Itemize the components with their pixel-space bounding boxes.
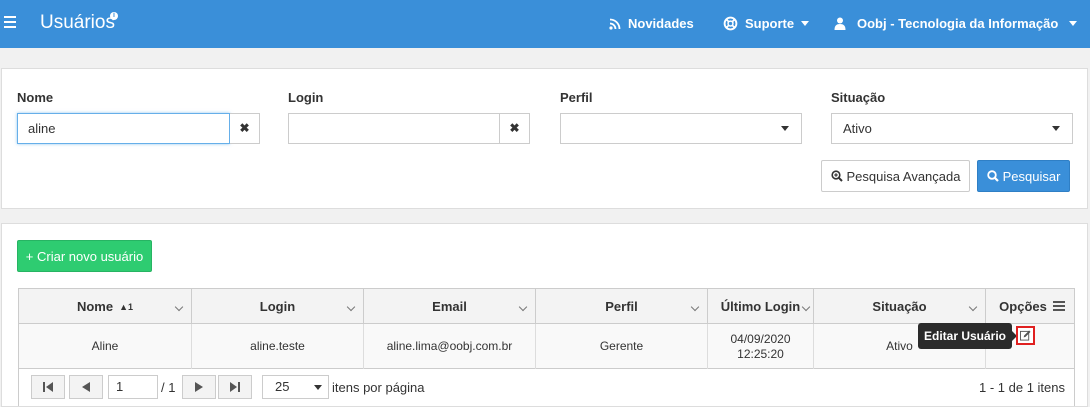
column-label: Último Login [720, 299, 801, 314]
top-navbar: Usuários i Novidades Suporte Oobj - Tecn… [0, 0, 1090, 48]
nome-input[interactable]: aline [17, 113, 230, 144]
chevron-down-icon[interactable] [690, 302, 700, 312]
login-label: Login [288, 90, 324, 105]
column-label: Situação [872, 299, 927, 314]
column-header-ultimo-login[interactable]: Último Login [708, 289, 814, 324]
next-page-icon [195, 382, 203, 392]
users-grid: Nome ▲1 Login Email Perfil Último Login [18, 288, 1075, 406]
prev-page-button[interactable] [69, 375, 103, 399]
lifebuoy-icon [723, 16, 738, 31]
nav-novidades-label: Novidades [628, 16, 694, 31]
prev-page-icon [82, 382, 90, 392]
search-icon [986, 170, 999, 182]
advanced-search-label: Pesquisa Avançada [846, 168, 961, 184]
filter-panel: Nome aline ✖ Login ✖ Perfil Situação Ati… [1, 68, 1088, 209]
cell-ultimo-login: 04/09/2020 12:25:20 [708, 324, 814, 369]
perfil-label: Perfil [560, 90, 593, 105]
cell-perfil: Gerente [536, 324, 708, 369]
first-page-button[interactable] [31, 375, 65, 399]
perfil-select[interactable] [560, 113, 802, 144]
chevron-down-icon[interactable] [801, 302, 811, 312]
next-page-button[interactable] [182, 375, 216, 399]
login-input[interactable] [288, 113, 500, 144]
cell-email: aline.lima@oobj.com.br [364, 324, 536, 369]
column-header-opcoes: Opções [986, 289, 1074, 324]
grid-header: Nome ▲1 Login Email Perfil Último Login [19, 289, 1074, 324]
chevron-down-icon [314, 385, 322, 390]
create-user-button[interactable]: + Criar novo usuário [17, 240, 152, 272]
info-icon[interactable]: i [110, 12, 118, 20]
nome-field-group: aline ✖ [17, 113, 261, 144]
hamburger-icon[interactable] [4, 16, 16, 30]
search-label: Pesquisar [1002, 168, 1061, 184]
nav-user-menu[interactable]: Oobj - Tecnologia da Informação [834, 16, 1078, 31]
rss-icon [609, 18, 621, 30]
column-header-perfil[interactable]: Perfil [536, 289, 708, 324]
chevron-down-icon [1052, 126, 1060, 131]
table-row[interactable]: Aline aline.teste aline.lima@oobj.com.br… [19, 324, 1074, 369]
chevron-down-icon[interactable] [346, 302, 356, 312]
situacao-label: Situação [831, 90, 886, 105]
page-number-input[interactable]: 1 [108, 375, 158, 399]
cell-nome: Aline [19, 324, 192, 369]
page-size-select[interactable]: 25 [262, 375, 329, 399]
column-header-login[interactable]: Login [192, 289, 364, 324]
nav-user-label: Oobj - Tecnologia da Informação [857, 16, 1059, 31]
chevron-down-icon [781, 126, 789, 131]
edit-user-button[interactable] [1016, 326, 1035, 345]
ultimo-login-time: 12:25:20 [737, 346, 784, 361]
edit-icon [1020, 330, 1031, 341]
perfil-select-value [560, 113, 802, 144]
chevron-down-icon[interactable] [968, 302, 978, 312]
nav-novidades[interactable]: Novidades [609, 16, 694, 31]
nav-suporte[interactable]: Suporte [723, 16, 810, 31]
search-button[interactable]: Pesquisar [977, 160, 1070, 192]
login-field-group: ✖ [288, 113, 531, 144]
last-page-button[interactable] [218, 375, 252, 399]
column-label: Opções [999, 299, 1047, 314]
column-label: Login [259, 299, 296, 314]
last-page-icon [230, 382, 240, 392]
first-page-icon [43, 382, 53, 392]
results-panel: + Criar novo usuário Nome ▲1 Login Email… [1, 223, 1088, 407]
sort-ascending-icon: ▲1 [119, 301, 134, 312]
pagination-bar: 1 / 1 25 itens por página 1 - 1 de 1 ite… [19, 369, 1074, 406]
column-header-situacao[interactable]: Situação [814, 289, 986, 324]
cell-login: aline.teste [192, 324, 364, 369]
page-title: Usuários [40, 12, 115, 33]
edit-user-tooltip: Editar Usuário [918, 323, 1017, 349]
nome-label: Nome [17, 90, 54, 105]
nav-suporte-label: Suporte [745, 16, 795, 31]
column-menu-icon[interactable] [1053, 301, 1065, 311]
chevron-down-icon [1069, 21, 1078, 26]
user-icon [834, 17, 846, 30]
per-page-label: itens por página [332, 380, 425, 395]
column-header-email[interactable]: Email [364, 289, 536, 324]
chevron-down-icon[interactable] [174, 302, 184, 312]
column-label: Email [432, 299, 467, 314]
pagination-summary: 1 - 1 de 1 itens [979, 380, 1065, 395]
page-total-label: / 1 [161, 380, 176, 395]
situacao-select-value: Ativo [831, 113, 1073, 144]
page-size-value: 25 [275, 379, 290, 394]
ultimo-login-date: 04/09/2020 [730, 331, 791, 346]
advanced-search-button[interactable]: Pesquisa Avançada [821, 160, 970, 192]
column-label: Nome [76, 299, 114, 314]
chevron-down-icon[interactable] [518, 302, 528, 312]
zoom-in-icon [830, 170, 843, 182]
situacao-select[interactable]: Ativo [831, 113, 1073, 144]
column-header-nome[interactable]: Nome ▲1 [19, 289, 192, 324]
chevron-down-icon [801, 21, 810, 26]
column-label: Perfil [605, 299, 638, 314]
nome-clear-button[interactable]: ✖ [230, 113, 260, 144]
login-clear-button[interactable]: ✖ [500, 113, 530, 144]
